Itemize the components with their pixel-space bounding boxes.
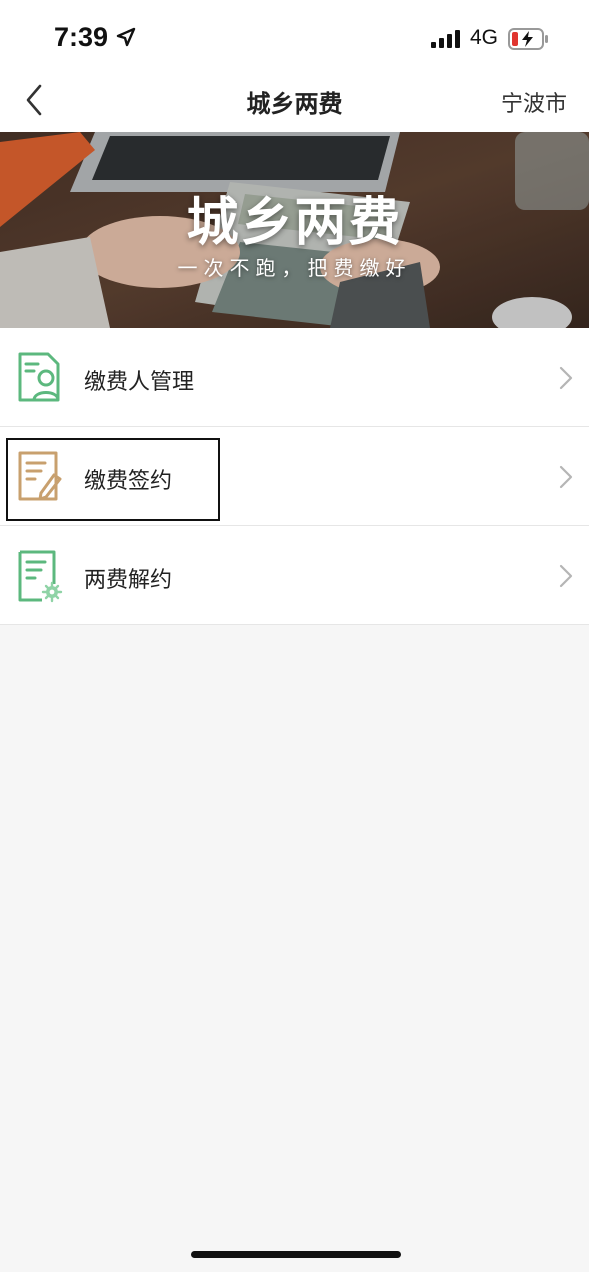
banner-title: 城乡两费 xyxy=(186,192,403,253)
status-time: 7:39 xyxy=(54,22,109,52)
chevron-right-icon xyxy=(559,366,573,390)
city-selector[interactable]: 宁波市 xyxy=(501,86,567,118)
document-settings-icon xyxy=(18,550,63,603)
menu-item-cancel-contract[interactable]: 两费解约 xyxy=(0,526,589,625)
menu-item-label: 缴费人管理 xyxy=(84,370,195,395)
screen: 7:39 4G 城乡两费 宁波市 城乡两费 一次不跑，把费缴好 缴费人管理 缴费… xyxy=(0,0,589,1272)
sign-contract-icon xyxy=(18,451,62,501)
network-type: 4G xyxy=(470,26,499,49)
banner-subtitle: 一次不跑，把费缴好 xyxy=(177,256,412,280)
signal-icon xyxy=(431,30,460,48)
nav-bar: 城乡两费 宁波市 xyxy=(0,70,589,132)
menu-item-payer-management[interactable]: 缴费人管理 xyxy=(0,328,589,427)
payer-profile-icon xyxy=(18,352,60,402)
chevron-right-icon xyxy=(559,564,573,588)
chevron-right-icon xyxy=(559,465,573,489)
menu-item-label: 缴费签约 xyxy=(84,469,173,494)
location-arrow-icon xyxy=(116,27,136,47)
menu-item-payment-signing[interactable]: 缴费签约 xyxy=(0,427,589,526)
menu-item-label: 两费解约 xyxy=(84,568,173,593)
battery-charging-icon xyxy=(508,28,548,50)
status-bar: 7:39 4G xyxy=(0,0,589,70)
menu-list: 缴费人管理 缴费签约 两费解约 xyxy=(0,328,589,625)
home-indicator xyxy=(191,1251,401,1258)
